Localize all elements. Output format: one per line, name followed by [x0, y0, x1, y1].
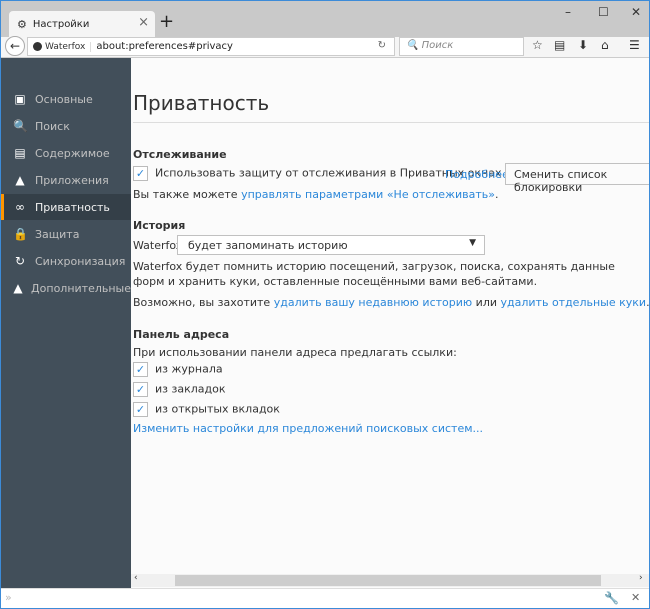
suggest-bookmarks-checkbox[interactable]: ✓ из закладок [133, 382, 225, 397]
scroll-left-icon[interactable]: ‹ [134, 573, 138, 583]
url-bar[interactable]: Waterfox about:preferences#privacy ↻ [27, 37, 395, 56]
sidebar-item-label: Защита [35, 227, 80, 241]
checkbox-label: из закладок [155, 382, 226, 396]
search-icon: 🔍 [13, 119, 28, 133]
new-tab-button[interactable]: + [159, 11, 174, 32]
change-blocklist-button[interactable]: Сменить список блокировки [505, 163, 649, 194]
sidebar-item-3[interactable]: ▲ Приложения [1, 167, 131, 193]
reading-list-icon[interactable]: ▤ [554, 38, 565, 52]
site-identity[interactable]: Waterfox [28, 41, 92, 52]
search-placeholder: Поиск [421, 40, 454, 51]
bookmark-star-icon[interactable]: ☆ [532, 38, 543, 52]
applications-icon: ▲ [15, 173, 25, 187]
tab-title: Настройки [32, 18, 90, 30]
command-prompt-icon[interactable]: » [5, 591, 12, 604]
or-text: или [475, 296, 498, 309]
sidebar-item-label: Основные [35, 92, 93, 106]
period: . [494, 188, 499, 201]
tracking-heading: Отслеживание [133, 148, 227, 161]
gear-icon: ⚙ [17, 17, 27, 31]
minimize-button[interactable]: – [565, 5, 571, 19]
menu-icon[interactable]: ☰ [629, 38, 640, 52]
scrollbar-thumb[interactable] [175, 575, 601, 586]
period: . [646, 296, 649, 309]
also-text: Вы также можете [133, 188, 238, 201]
sidebar-item-label: Приложения [35, 173, 109, 187]
sidebar-item-2[interactable]: ▤ Содержимое [1, 140, 131, 166]
navigation-bar: ← Waterfox about:preferences#privacy ↻ 🔍… [1, 36, 649, 58]
search-input[interactable]: 🔍 Поиск [399, 37, 524, 56]
sync-icon: ↻ [14, 254, 26, 268]
address-bar-heading: Панель адреса [133, 328, 230, 341]
sidebar-item-6[interactable]: ↻ Синхронизация [1, 248, 131, 274]
maybe-text: Возможно, вы захотите [133, 296, 271, 309]
advanced-icon: ▲ [13, 281, 23, 295]
clear-history-link[interactable]: удалить вашу недавнюю историю [274, 296, 472, 309]
checkmark-icon[interactable]: ✓ [133, 362, 148, 377]
close-window-button[interactable]: ✕ [631, 5, 641, 19]
sidebar-item-label: Дополнительные [31, 281, 131, 295]
remove-cookies-link[interactable]: удалить отдельные куки [501, 296, 647, 309]
learn-more-link[interactable]: Подробнее [445, 168, 509, 181]
tab-settings[interactable]: ⚙ Настройки × [9, 11, 155, 37]
checkmark-icon[interactable]: ✓ [133, 382, 148, 397]
history-mode-select[interactable]: будет запоминать историю ▼ [177, 235, 485, 255]
privacy-mask-icon: ∞ [15, 200, 25, 214]
history-description: Waterfox будет помнить историю посещений… [133, 260, 615, 288]
checkbox-label: из журнала [155, 362, 223, 376]
content-icon: ▤ [14, 146, 26, 160]
privacy-pane: Приватность Отслеживание ✓ Использовать з… [131, 58, 649, 574]
title-bar: ⚙ Настройки × + – ☐ ✕ [1, 1, 649, 37]
select-value: будет запоминать историю [188, 239, 348, 252]
maximize-button[interactable]: ☐ [598, 5, 609, 19]
reload-icon[interactable]: ↻ [378, 40, 386, 51]
sidebar-item-1[interactable]: 🔍 Поиск [1, 113, 131, 139]
sidebar-item-0[interactable]: ▣ Основные [1, 86, 131, 112]
checkmark-icon[interactable]: ✓ [133, 166, 148, 181]
checkmark-icon[interactable]: ✓ [133, 402, 148, 417]
history-heading: История [133, 219, 186, 232]
developer-toolbar: » 🔧 ✕ [1, 588, 649, 608]
suggest-history-checkbox[interactable]: ✓ из журнала [133, 362, 223, 377]
sidebar-item-label: Поиск [35, 119, 70, 133]
downloads-icon[interactable]: ⬇ [578, 38, 588, 52]
url-text: about:preferences#privacy [96, 41, 233, 52]
sidebar-item-label: Синхронизация [35, 254, 126, 268]
sidebar-item-5[interactable]: 🔒 Защита [1, 221, 131, 247]
sidebar-item-7[interactable]: ▲ Дополнительные [1, 275, 131, 301]
sidebar-item-label: Приватность [35, 200, 110, 214]
page-title: Приватность [133, 91, 270, 115]
browser-window: ⚙ Настройки × + – ☐ ✕ ← Waterfox about:p… [0, 0, 650, 609]
checkbox-label: из открытых вкладок [155, 402, 280, 416]
close-toolbar-icon[interactable]: ✕ [631, 591, 640, 604]
general-icon: ▣ [14, 92, 26, 106]
home-icon[interactable]: ⌂ [601, 38, 609, 52]
wrench-icon[interactable]: 🔧 [604, 591, 619, 605]
sidebar: ▣ Основные 🔍 Поиск ▤ Содержимое ▲ Приложения ∞ Пр… [1, 58, 131, 588]
identity-label: Waterfox [45, 41, 86, 52]
dropdown-arrow-icon: ▼ [469, 238, 476, 248]
horizontal-scrollbar[interactable]: ‹ › [131, 573, 649, 587]
search-suggestions-settings-link[interactable]: Изменить настройки для предложений поиск… [133, 422, 483, 435]
suggest-open-tabs-checkbox[interactable]: ✓ из открытых вкладок [133, 402, 280, 417]
scroll-right-icon[interactable]: › [639, 573, 643, 583]
sidebar-item-4[interactable]: ∞ Приватность [1, 194, 131, 220]
address-bar-intro: При использовании панели адреса предлага… [133, 346, 457, 359]
sidebar-item-label: Содержимое [35, 146, 110, 160]
security-lock-icon: 🔒 [13, 227, 28, 241]
back-button[interactable]: ← [5, 36, 25, 56]
waterfox-logo-icon [33, 42, 42, 51]
do-not-track-link[interactable]: управлять параметрами «Не отслеживать» [241, 188, 495, 201]
divider [133, 122, 649, 123]
close-tab-icon[interactable]: × [138, 15, 149, 30]
